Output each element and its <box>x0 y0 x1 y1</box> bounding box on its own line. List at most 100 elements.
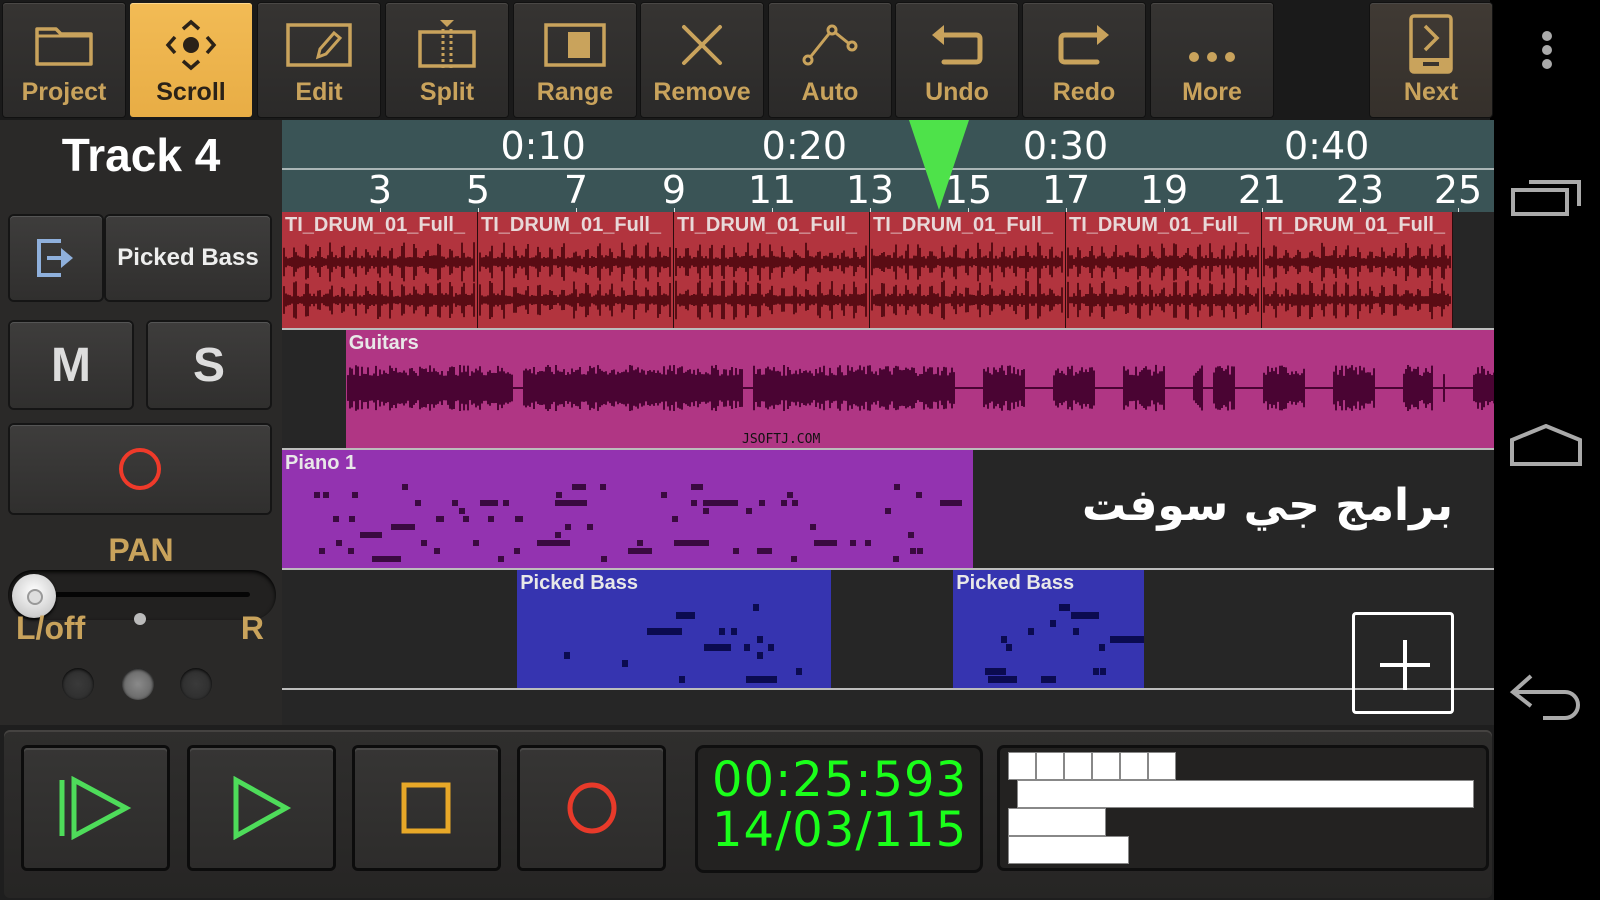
midi-note <box>743 644 750 651</box>
next-button[interactable]: Next <box>1370 3 1492 117</box>
remove-tool-button[interactable]: Remove <box>641 3 763 117</box>
record-icon <box>567 782 616 834</box>
solo-button[interactable]: S <box>148 322 270 408</box>
track-panel: Track 4 Picked Bass M S PAN L/off R <box>0 120 282 740</box>
range-tool-button[interactable]: Range <box>514 3 636 117</box>
midi-note <box>718 628 725 635</box>
midi-note <box>791 500 798 506</box>
overflow-menu-icon[interactable] <box>1494 30 1600 74</box>
midi-note <box>414 500 421 506</box>
back-icon[interactable] <box>1494 674 1600 722</box>
bar-number-label: 7 <box>563 168 589 212</box>
midi-note <box>690 484 697 490</box>
clip-piano[interactable]: Piano 1 <box>282 450 973 568</box>
midi-note <box>323 492 330 498</box>
waveform <box>479 242 671 320</box>
midi-note <box>661 492 668 498</box>
midi-note <box>1050 620 1057 627</box>
clip-bass[interactable]: Picked Bass <box>953 570 1145 688</box>
track-lane-guitars[interactable]: Guitars <box>282 330 1494 450</box>
waveform <box>1067 242 1259 320</box>
time-label: 0:30 <box>1022 124 1109 168</box>
add-track-button[interactable] <box>1352 612 1454 714</box>
instrument-button[interactable]: Picked Bass <box>106 216 270 300</box>
timeline[interactable]: 3 5 7 9 11 13 15 17 19 21 23 25 0:10 0:20 0:30 0:40 TI_… <box>282 120 1494 740</box>
midi-note <box>733 548 740 554</box>
split-tool-button[interactable]: Split <box>386 3 508 117</box>
auto-tool-button[interactable]: Auto <box>769 3 891 117</box>
mute-button[interactable]: M <box>10 322 132 408</box>
redo-icon <box>1023 17 1145 73</box>
tool-button-label: Redo <box>1052 78 1116 106</box>
waveform <box>1263 242 1451 320</box>
pan-label: PAN <box>108 532 174 568</box>
play-button[interactable] <box>190 748 333 868</box>
tool-button-label: Edit <box>295 78 343 106</box>
clip-drums[interactable]: TI_DRUM_01_Full_ <box>870 212 1066 328</box>
timeline-ruler[interactable]: 3 5 7 9 11 13 15 17 19 21 23 25 0:10 0:20 0:30 0:40 <box>282 120 1494 212</box>
midi-note <box>472 540 479 546</box>
midi-note <box>628 548 652 554</box>
clip-drums[interactable]: TI_DRUM_01_Full_ <box>674 212 870 328</box>
track-lane-bass[interactable]: Picked Bass Picked Bass <box>282 570 1494 690</box>
redo-tool-button[interactable]: Redo <box>1023 3 1145 117</box>
position-readout: 14/03/115 <box>712 802 968 858</box>
time-label: 0:10 <box>500 124 586 168</box>
home-icon[interactable] <box>1494 424 1600 468</box>
midi-note <box>746 676 778 683</box>
song-overview[interactable] <box>1000 748 1486 868</box>
range-icon <box>514 17 636 73</box>
clip-bass[interactable]: Picked Bass <box>517 570 831 688</box>
tool-button-label: Range <box>536 78 614 106</box>
stop-button[interactable] <box>355 748 498 868</box>
midi-note <box>514 548 521 554</box>
recent-apps-icon[interactable] <box>1494 178 1600 218</box>
tool-button-label: More <box>1182 78 1242 106</box>
midi-note <box>514 516 521 522</box>
midi-note <box>647 628 682 635</box>
overview-clip <box>1017 780 1474 808</box>
split-icon <box>386 17 508 73</box>
clip-drums[interactable]: TI_DRUM_01_Full_ <box>1262 212 1454 328</box>
playhead-marker[interactable] <box>908 120 969 210</box>
midi-note <box>402 484 409 490</box>
undo-tool-button[interactable]: Undo <box>896 3 1018 117</box>
pan-right-label: R <box>240 610 264 646</box>
track-output-button[interactable] <box>10 216 102 300</box>
midi-note <box>702 508 709 514</box>
midi-note <box>893 556 900 562</box>
more-tool-button[interactable]: More <box>1151 3 1273 117</box>
midi-note <box>704 644 732 651</box>
pencil-icon <box>258 17 380 73</box>
clip-drums[interactable]: TI_DRUM_01_Full_ <box>1066 212 1262 328</box>
midi-note <box>433 548 440 554</box>
record-button[interactable] <box>520 748 663 868</box>
midi-note <box>318 548 325 554</box>
clip-drums[interactable]: TI_DRUM_01_Full_ <box>282 212 478 328</box>
project-tool-button[interactable]: Project <box>3 3 125 117</box>
overview-clip <box>1147 752 1176 780</box>
midi-note <box>452 500 459 506</box>
midi-note <box>884 508 891 514</box>
play-from-start-button[interactable] <box>24 748 167 868</box>
tool-button-label: Project <box>21 78 107 106</box>
clip-drums[interactable]: TI_DRUM_01_Full_ <box>478 212 674 328</box>
overview-clip <box>1008 808 1106 836</box>
edit-tool-button[interactable]: Edit <box>258 3 380 117</box>
mute-label: M <box>51 338 91 392</box>
bar-number-label: 25 <box>1433 168 1483 212</box>
watermark: JSOFTJ.COM <box>742 432 821 447</box>
clip-guitars[interactable]: Guitars <box>345 330 1494 448</box>
scroll-tool-button[interactable]: Scroll <box>130 3 252 117</box>
track-lane-drums[interactable]: TI_DRUM_01_Full_ TI_DRUM_01_Full_ TI_DRUM_… <box>282 212 1494 330</box>
waveform <box>675 242 867 320</box>
midi-note <box>347 548 354 554</box>
midi-note <box>601 556 608 562</box>
time-label: 0:20 <box>761 124 847 168</box>
time-display[interactable]: 00:25:593 14/03/115 <box>698 748 980 870</box>
midi-note <box>849 540 856 546</box>
track-record-arm-button[interactable] <box>10 425 270 513</box>
midi-note <box>503 500 510 506</box>
midi-note <box>420 540 427 546</box>
clip-name: Piano 1 <box>285 452 357 474</box>
